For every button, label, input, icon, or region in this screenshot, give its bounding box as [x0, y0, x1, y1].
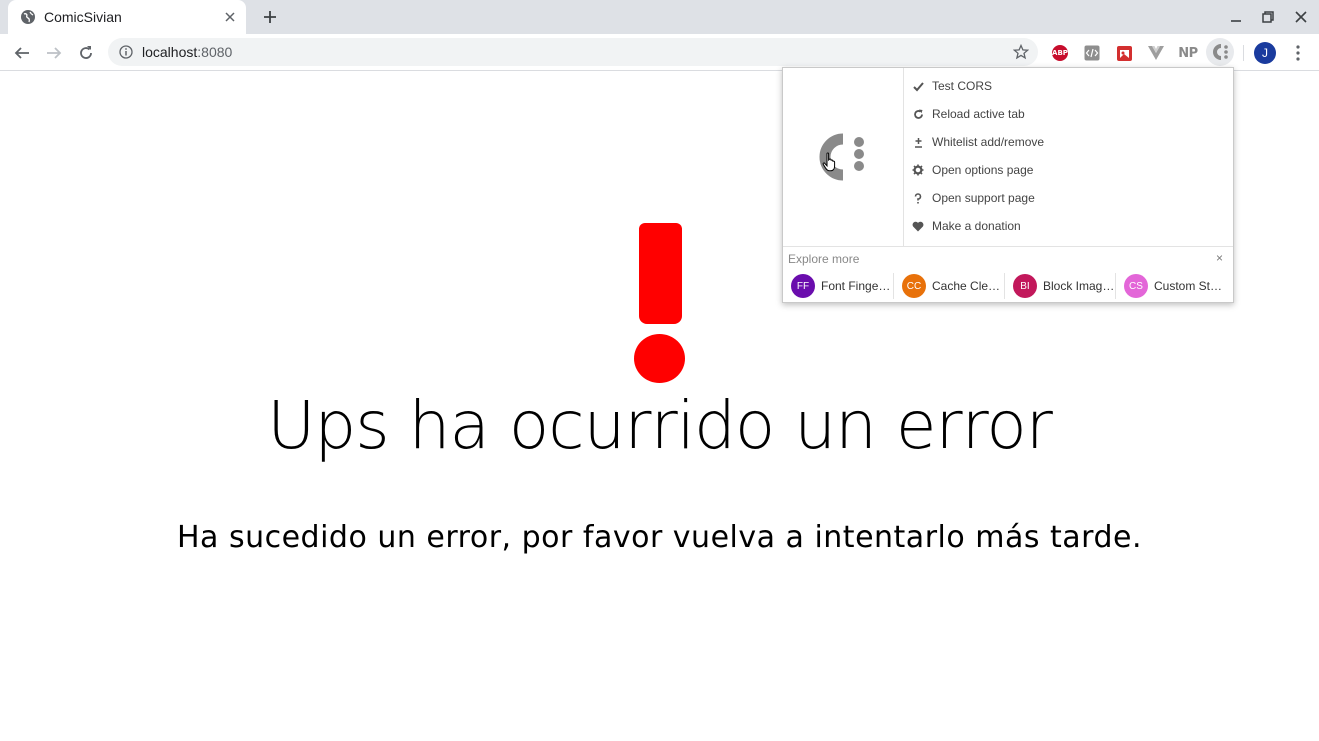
explore-badge: CC — [902, 274, 926, 298]
toolbar-separator — [1243, 45, 1244, 61]
address-bar[interactable]: localhost:8080 — [108, 38, 1038, 66]
tab-strip: ComicSivian — [0, 0, 1319, 34]
gear-icon — [912, 164, 924, 176]
explore-badge: BI — [1013, 274, 1037, 298]
profile-avatar[interactable]: J — [1254, 42, 1276, 64]
menu-item-options[interactable]: Open options page — [904, 156, 1233, 184]
explore-more-section: Explore more × FF Font Finger… CC Cache … — [783, 246, 1233, 302]
question-icon — [912, 192, 924, 204]
heart-icon — [912, 220, 924, 232]
vue-extension-button[interactable] — [1145, 42, 1167, 64]
gift-icon — [1116, 45, 1132, 61]
menu-item-label: Test CORS — [932, 79, 993, 93]
explore-badge: FF — [791, 274, 815, 298]
abp-icon: ABP — [1052, 45, 1068, 61]
minimize-window-button[interactable] — [1224, 5, 1248, 29]
explore-item-font-finger[interactable]: FF Font Finger… — [783, 273, 894, 299]
v-icon — [1148, 46, 1164, 60]
menu-item-whitelist[interactable]: Whitelist add/remove — [904, 128, 1233, 156]
explore-item-name: Block Imag… — [1043, 279, 1115, 293]
back-button[interactable] — [8, 39, 36, 67]
close-window-button[interactable] — [1289, 5, 1313, 29]
url-text: localhost:8080 — [142, 44, 232, 60]
check-icon — [912, 80, 924, 92]
menu-item-donation[interactable]: Make a donation — [904, 212, 1233, 240]
menu-item-reload-tab[interactable]: Reload active tab — [904, 100, 1233, 128]
explore-item-custom-style[interactable]: CS Custom Sty… — [1116, 273, 1227, 299]
menu-item-label: Open options page — [932, 163, 1034, 177]
new-tab-button[interactable] — [258, 5, 282, 29]
cors-logo — [783, 68, 904, 246]
reload-icon — [912, 108, 924, 120]
close-tab-icon[interactable] — [220, 7, 240, 27]
url-host: localhost — [142, 44, 198, 60]
menu-item-label: Open support page — [932, 191, 1035, 205]
menu-item-label: Make a donation — [932, 219, 1021, 233]
np-icon: NP — [1178, 45, 1198, 61]
hand-cursor-icon — [822, 152, 836, 172]
browser-tab[interactable]: ComicSivian — [8, 0, 246, 34]
explore-item-block-image[interactable]: BI Block Imag… — [1005, 273, 1116, 299]
browser-menu-icon[interactable] — [1288, 42, 1308, 64]
explore-item-name: Custom Sty… — [1154, 279, 1227, 293]
code-extension-button[interactable] — [1081, 42, 1103, 64]
adblock-extension-button[interactable]: ABP — [1049, 42, 1071, 64]
code-icon — [1084, 45, 1100, 61]
image-extension-button[interactable] — [1113, 42, 1135, 64]
tab-title: ComicSivian — [44, 9, 122, 25]
explore-item-cache-cleaner[interactable]: CC Cache Clea… — [894, 273, 1005, 299]
np-extension-button[interactable]: NP — [1177, 42, 1199, 64]
menu-item-label: Reload active tab — [932, 107, 1025, 121]
explore-more-label: Explore more — [788, 252, 860, 266]
globe-icon — [20, 9, 36, 25]
forward-button[interactable] — [40, 39, 68, 67]
explore-item-name: Cache Clea… — [932, 279, 1004, 293]
bookmark-star-icon[interactable] — [1012, 43, 1030, 61]
browser-toolbar: localhost:8080 ABP NP J — [0, 34, 1319, 71]
menu-item-label: Whitelist add/remove — [932, 135, 1045, 149]
cors-extension-popup: Test CORS Reload active tab Whitelist ad… — [782, 67, 1234, 303]
exclamation-icon — [639, 223, 682, 324]
cors-c-icon — [1213, 44, 1228, 60]
menu-item-support[interactable]: Open support page — [904, 184, 1233, 212]
explore-item-name: Font Finger… — [821, 279, 893, 293]
plus-minus-icon — [912, 136, 924, 148]
explore-badge: CS — [1124, 274, 1148, 298]
url-port: :8080 — [197, 44, 233, 60]
reload-button[interactable] — [72, 39, 100, 67]
error-heading: Ups ha ocurrido un error — [267, 387, 1053, 464]
menu-item-test-cors[interactable]: Test CORS — [904, 72, 1233, 100]
restore-window-button[interactable] — [1256, 5, 1280, 29]
cors-extension-button[interactable] — [1206, 38, 1234, 66]
exclamation-dot-icon — [634, 334, 685, 383]
site-info-icon[interactable] — [118, 44, 134, 60]
close-explore-icon[interactable]: × — [1216, 251, 1223, 265]
popup-menu: Test CORS Reload active tab Whitelist ad… — [904, 72, 1233, 240]
error-message: Ha sucedido un error, por favor vuelva a… — [176, 520, 1143, 555]
